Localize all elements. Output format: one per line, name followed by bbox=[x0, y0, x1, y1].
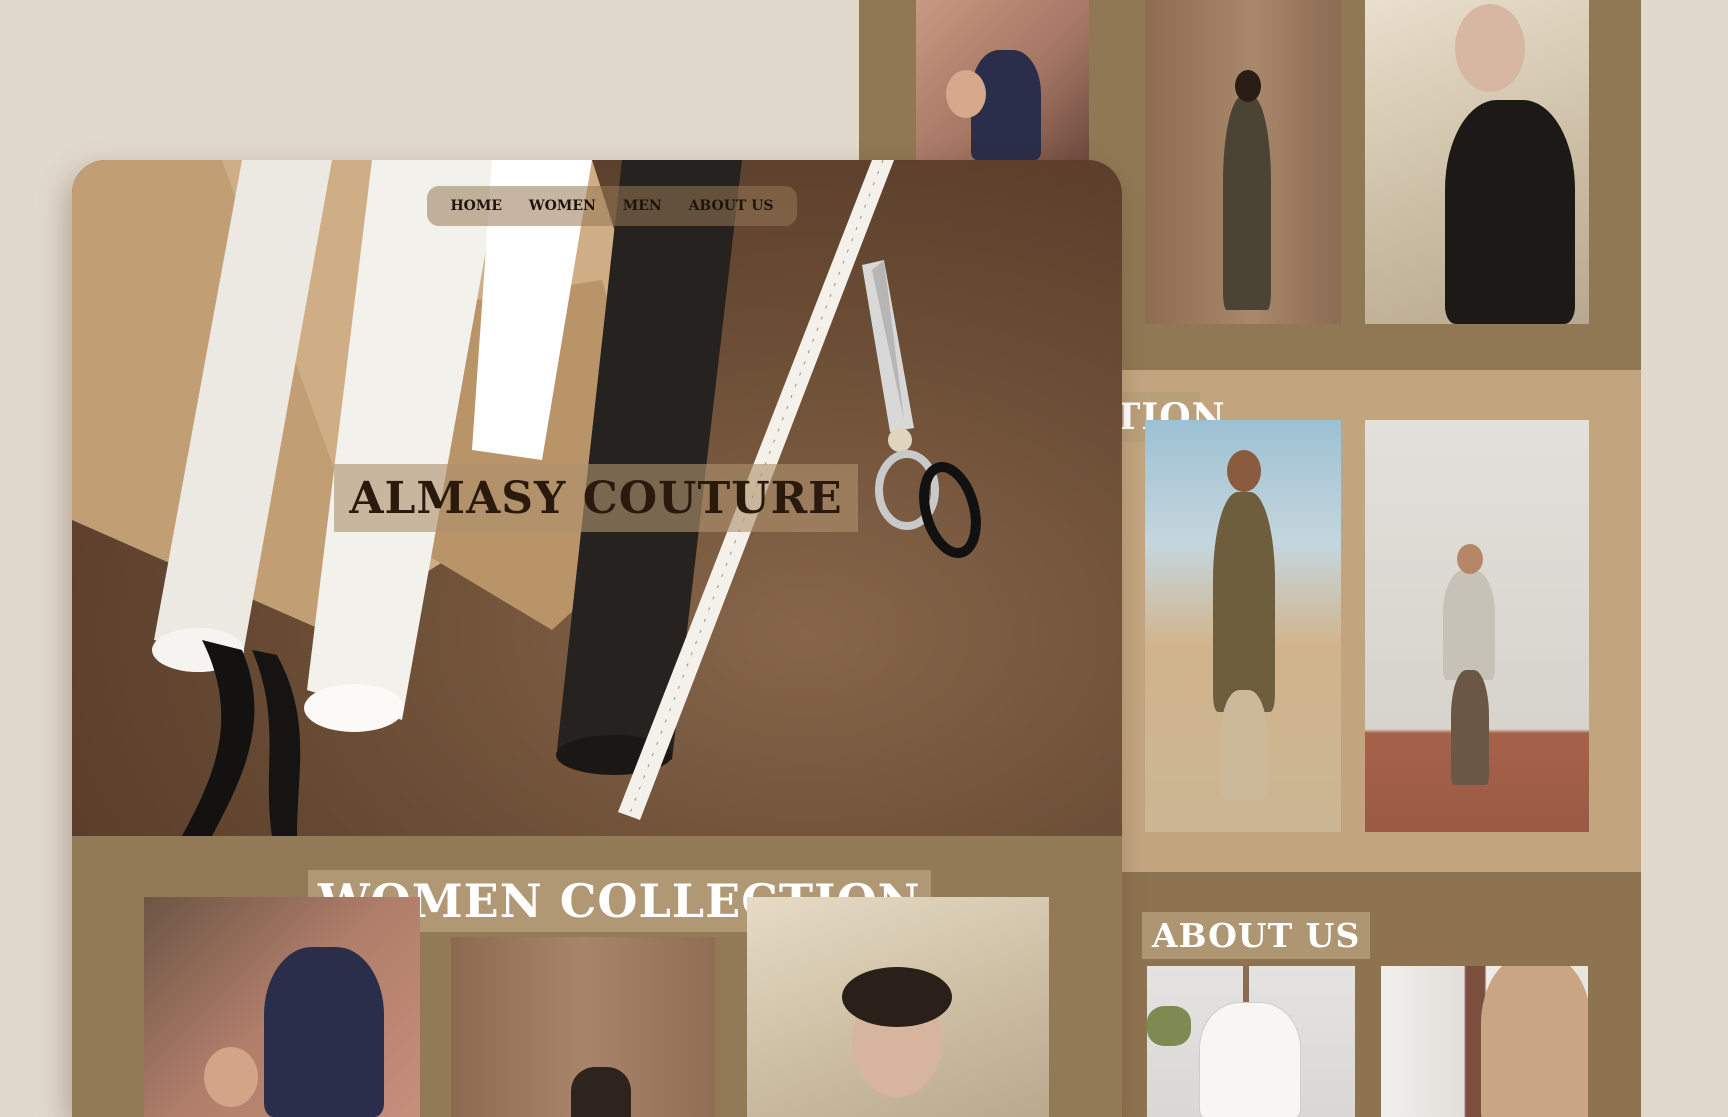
men-photo-2 bbox=[1365, 420, 1589, 832]
about-photo-1 bbox=[1147, 966, 1355, 1117]
men-photo-1 bbox=[1145, 420, 1341, 832]
nav-women[interactable]: WOMEN bbox=[529, 198, 596, 214]
women-photo-3 bbox=[747, 897, 1049, 1117]
hero-image: HOME WOMEN MEN ABOUT US ALMASY COUTURE bbox=[72, 160, 1122, 836]
about-us-title: ABOUT US bbox=[1142, 912, 1371, 959]
brand-title: ALMASY COUTURE bbox=[334, 464, 858, 532]
back-women-photo-3 bbox=[1365, 0, 1589, 324]
main-page-preview: HOME WOMEN MEN ABOUT US ALMASY COUTURE W… bbox=[72, 160, 1122, 1117]
about-photo-2 bbox=[1381, 966, 1588, 1117]
women-photo-1 bbox=[144, 897, 420, 1117]
nav-about-us[interactable]: ABOUT US bbox=[689, 198, 774, 214]
back-women-photo-1 bbox=[916, 0, 1089, 160]
women-photo-2 bbox=[451, 937, 715, 1117]
back-women-photo-2 bbox=[1145, 0, 1341, 324]
scissors-icon bbox=[862, 260, 981, 558]
nav-men[interactable]: MEN bbox=[623, 198, 662, 214]
main-nav: HOME WOMEN MEN ABOUT US bbox=[427, 186, 797, 226]
nav-home[interactable]: HOME bbox=[450, 198, 502, 214]
